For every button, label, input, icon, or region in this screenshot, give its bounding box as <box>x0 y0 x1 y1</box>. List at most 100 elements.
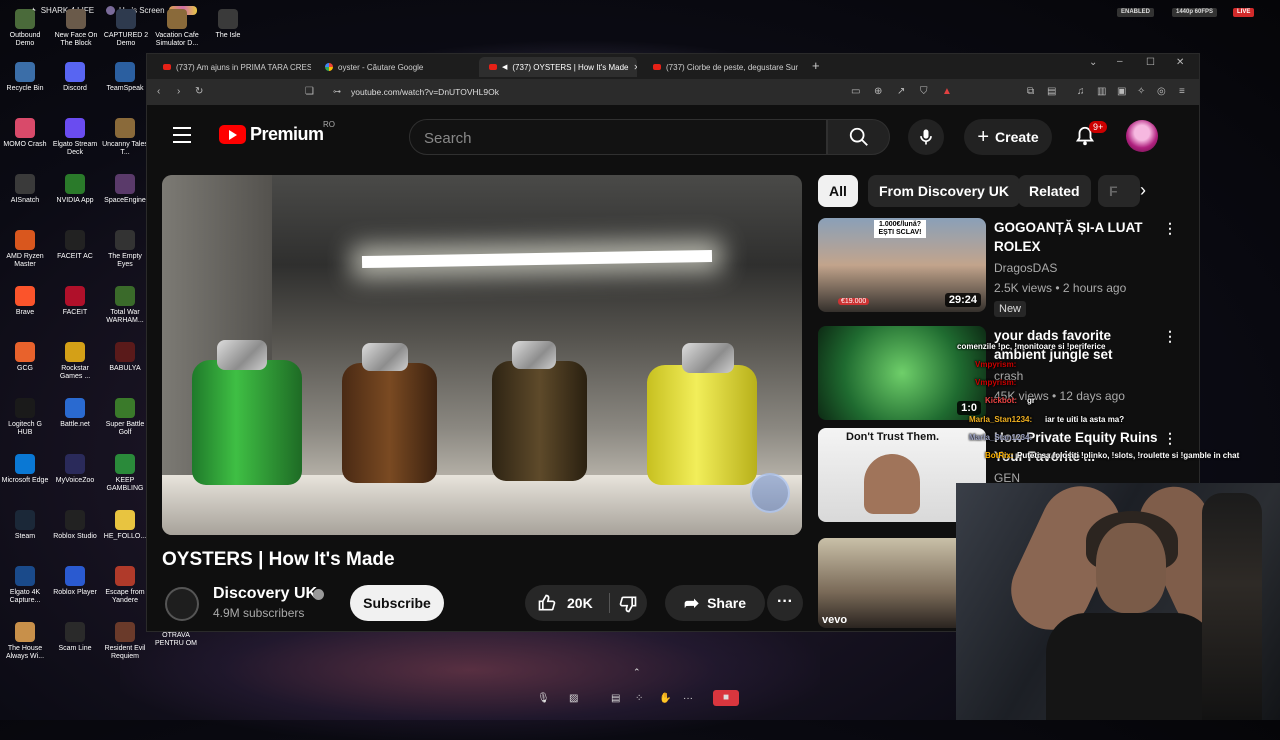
voice-search-button[interactable] <box>908 119 944 155</box>
channel-name[interactable]: Discovery UK <box>213 585 317 603</box>
chevron-right-icon[interactable]: › <box>1140 180 1146 201</box>
desktop-icon[interactable]: NVIDIA App <box>50 174 100 205</box>
forward-icon[interactable]: › <box>177 86 180 97</box>
search-input[interactable]: Search <box>409 119 827 155</box>
rewards-icon[interactable]: ▲ <box>942 86 952 97</box>
leo-icon[interactable]: ✧ <box>1137 86 1145 97</box>
vpn-icon[interactable]: ◎ <box>1157 86 1166 97</box>
desktop-icon-outbound[interactable]: Outbound Demo <box>0 9 50 48</box>
desktop-icon[interactable]: Roblox Studio <box>50 510 100 541</box>
music-icon[interactable]: ♫ <box>1077 86 1085 97</box>
chat-icon[interactable]: ▤ <box>611 693 620 704</box>
toolbar-expand-icon[interactable]: ⌃ <box>633 667 641 678</box>
desktop-icon[interactable]: AISnatch <box>0 174 50 205</box>
menu-icon[interactable] <box>173 127 191 148</box>
extension-icon[interactable]: ▤ <box>1047 86 1056 97</box>
rec-menu-icon[interactable]: ⋮ <box>1163 328 1177 345</box>
rec-channel[interactable]: DragosDAS <box>994 261 1057 275</box>
like-button[interactable]: 20K <box>525 585 609 621</box>
new-tab-icon[interactable]: + <box>812 58 820 73</box>
camera-off-icon[interactable]: ▨ <box>569 693 578 704</box>
desktop-icon[interactable]: Escape from Yandere <box>100 566 150 605</box>
rec-thumbnail[interactable]: 1:0 <box>818 326 986 420</box>
desktop-icon[interactable]: Microsoft Edge <box>0 454 50 485</box>
chip-from-channel[interactable]: From Discovery UK <box>868 175 1020 207</box>
account-avatar[interactable] <box>1126 120 1158 152</box>
desktop-icon[interactable]: Battle.net <box>50 398 100 429</box>
search-button[interactable] <box>827 119 890 155</box>
desktop-icon[interactable]: TeamSpeak <box>100 62 150 93</box>
desktop-icon[interactable]: Steam <box>0 510 50 541</box>
desktop-icon[interactable]: Scam Line <box>50 622 100 653</box>
hand-icon[interactable]: ✋ <box>659 693 671 704</box>
desktop-icon-vacation-cafe[interactable]: Vacation Cafe Simulator D... <box>152 9 202 48</box>
back-icon[interactable]: ‹ <box>157 86 160 97</box>
sidebar-icon[interactable]: ▥ <box>1097 86 1106 97</box>
close-window-icon[interactable]: ✕ <box>1176 57 1184 68</box>
more-actions-button[interactable]: ··· <box>767 585 803 621</box>
mic-icon[interactable]: 🎙 <box>537 693 550 704</box>
more-icon[interactable]: ··· <box>683 693 693 704</box>
desktop-icon[interactable]: Roblox Player <box>50 566 100 597</box>
wallet-icon[interactable]: ▣ <box>1117 86 1126 97</box>
subscribe-button[interactable]: Subscribe <box>350 585 444 621</box>
desktop-icon[interactable]: MOMO Crash <box>0 118 50 149</box>
desktop-icon-new-face[interactable]: New Face On The Block <box>51 9 101 48</box>
share-button[interactable]: ➦ Share <box>665 585 765 621</box>
desktop-icon[interactable]: Resident Evil Requiem <box>100 622 150 661</box>
close-tab-icon[interactable]: ✕ <box>633 63 637 72</box>
bookmark-icon[interactable]: ❏ <box>305 86 314 97</box>
chip-all[interactable]: All <box>818 175 858 207</box>
desktop-icon[interactable]: Super Battle Golf <box>100 398 150 437</box>
rec-thumbnail[interactable]: 1.000€/lună? EȘTI SCLAV! €19.000 29:24 <box>818 218 986 312</box>
chip-more[interactable]: F <box>1098 175 1140 207</box>
youtube-logo[interactable]: Premium RO <box>219 120 335 145</box>
thumbs-down-icon[interactable] <box>618 594 638 614</box>
desktop-icon-the-isle[interactable]: The Isle <box>203 9 253 40</box>
menu-icon[interactable]: ≡ <box>1179 86 1185 97</box>
tab-1[interactable]: (737) Am ajuns in PRIMA TARA CRES <box>153 57 311 77</box>
shield-icon[interactable]: ⛉ <box>920 86 928 97</box>
video-player[interactable] <box>162 175 802 535</box>
desktop-icon[interactable]: KEEP GAMBLING <box>100 454 150 493</box>
desktop-icon[interactable]: GCG <box>0 342 50 373</box>
recommendation-item[interactable]: 1.000€/lună? EȘTI SCLAV! €19.000 29:24 G… <box>818 218 1193 318</box>
desktop-icon[interactable]: Rockstar Games ... <box>50 342 100 381</box>
rec-menu-icon[interactable]: ⋮ <box>1163 430 1177 447</box>
desktop-icon[interactable]: Elgato Stream Deck <box>50 118 100 157</box>
desktop-icon[interactable]: The House Always Wi... <box>0 622 50 661</box>
chip-related[interactable]: Related <box>1018 175 1091 207</box>
site-info-icon[interactable]: ⊶ <box>333 87 341 96</box>
desktop-icon[interactable]: Uncanny Tales T... <box>100 118 150 157</box>
extensions-icon[interactable]: ⧉ <box>1027 86 1034 97</box>
desktop-icon[interactable]: HE_FOLLO... <box>100 510 150 541</box>
desktop-icon[interactable]: Brave <box>0 286 50 317</box>
recommendation-item[interactable]: 1:0 your dads favorite ambient jungle se… <box>818 326 1193 426</box>
channel-avatar[interactable] <box>165 587 199 621</box>
channel-watermark-icon[interactable] <box>750 473 790 513</box>
desktop-icon[interactable]: MyVoiceZoo <box>50 454 100 485</box>
reload-icon[interactable]: ↻ <box>195 86 203 97</box>
desktop-icon[interactable]: Recycle Bin <box>0 62 50 93</box>
share-page-icon[interactable]: ↗ <box>897 86 905 97</box>
create-button[interactable]: + Create <box>964 119 1052 155</box>
desktop-icon[interactable]: SpaceEngine <box>100 174 150 205</box>
desktop-icon[interactable]: BABULYA <box>100 342 150 373</box>
maximize-icon[interactable]: ☐ <box>1146 57 1155 68</box>
desktop-icon-captured[interactable]: CAPTURED 2 Demo <box>101 9 151 48</box>
rec-menu-icon[interactable]: ⋮ <box>1163 220 1177 237</box>
url-field[interactable]: youtube.com/watch?v=DnUTOVHL9Ok <box>351 87 499 97</box>
desktop-icon[interactable]: AMD Ryzen Master <box>0 230 50 269</box>
desktop-icon[interactable]: FACEIT AC <box>50 230 100 261</box>
desktop-icon-otrava[interactable]: OTRAVA PENTRU OM <box>150 632 202 648</box>
desktop-icon[interactable]: Total War WARHAM... <box>100 286 150 325</box>
tab-list-icon[interactable]: ⌄ <box>1089 57 1097 68</box>
stop-share-button[interactable]: ■ <box>713 690 739 706</box>
desktop-icon[interactable]: Elgato 4K Capture... <box>0 566 50 605</box>
tab-2[interactable]: oyster - Căutare Google <box>315 57 473 77</box>
desktop-icon[interactable]: FACEIT <box>50 286 100 317</box>
desktop-icon[interactable]: The Empty Eyes <box>100 230 150 269</box>
tab-3-active[interactable]: ◀ (737) OYSTERS | How It's Made ✕ <box>479 57 637 77</box>
zoom-icon[interactable]: ⊕ <box>874 86 882 97</box>
apps-icon[interactable]: ⁘ <box>635 693 643 704</box>
